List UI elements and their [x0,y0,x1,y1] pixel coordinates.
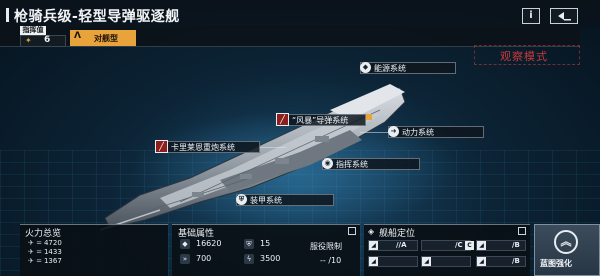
position-value: /B [512,257,520,265]
command-system-icon: ◉ [322,158,333,169]
info-icon: i [529,10,533,21]
power-leader-line [360,132,388,133]
position-tag: ◢ [477,257,486,266]
firepower-value: 1367 [43,257,62,265]
blueprint-enhance-label: 蓝图强化 [540,259,572,268]
energy-value: 3500 [260,254,281,263]
missile-marker-icon [366,114,372,120]
info-button[interactable]: i [522,8,540,24]
cannon-icon: ╱ [155,140,168,153]
power-icon: ➜ [388,126,399,137]
deploy-limit-value: -- /10 [320,256,342,265]
attributes-title: 基础属性 [178,229,215,239]
positioning-icon: ◈ [368,227,375,236]
system-power-label: 动力系统 [402,128,434,137]
system-armor-label: 装甲系统 [250,196,282,205]
firepower-row: ✈ = 1433 [28,248,62,256]
position-tag: ◢ [369,241,378,250]
ship-model [100,84,406,231]
armor-value: 15 [260,239,271,248]
positioning-title: 舰船定位 [379,229,416,239]
hp-icon: ◆ [180,239,190,249]
system-command-label: 指挥系统 [336,160,368,169]
position-tag: ◢ [477,241,486,250]
missile-icon: ╱ [276,113,289,126]
firepower-icon: ✈ = [28,257,42,265]
firepower-row: ✈ = 1367 [28,257,62,265]
firepower-title: 火力总览 [25,229,62,239]
deploy-limit-label: 服役限制 [310,242,342,251]
position-tag: ◢ [422,257,431,266]
armor-icon: ⛨ [236,194,247,205]
hp-value: 16620 [196,239,222,248]
command-icon: ✦ [25,36,32,45]
command-value-label: 指挥值 [20,26,46,35]
page-title: 枪骑兵级-轻型导弹驱逐舰 [14,9,180,25]
system-energy-label: 能源系统 [374,64,406,73]
cannon-leader-line [260,147,286,148]
upgrade-chevron-icon: ︽ [554,230,578,254]
position-value: /B [512,241,520,249]
system-storm-missile-label: “风暴”导弹系统 [292,116,349,125]
command-value: 6 [44,35,51,45]
positioning-expand-icon[interactable] [518,227,526,235]
firepower-value: 1433 [43,248,62,256]
firepower-icon: ✈ = [28,248,42,256]
position-cell [421,240,471,251]
armor-stat-icon: ⛨ [244,239,254,249]
anti-ship-icon: Λ [74,31,81,41]
observe-mode-label[interactable]: 观察模式 [500,48,548,64]
expand-icon[interactable] [348,227,356,235]
firepower-icon: ✈ = [28,239,42,247]
energy-stat-icon: ϟ [244,254,254,264]
title-accent [6,8,9,22]
position-tag: ◢ [369,257,378,266]
energy-icon: ◆ [360,62,371,73]
system-heavy-cannon-label: 卡里莱恩重炮系统 [171,143,235,152]
speed-icon: » [180,254,190,264]
back-button[interactable] [550,8,578,24]
back-arrow-icon [558,12,571,21]
position-tag: C [465,241,474,250]
position-value: /C [455,241,463,249]
firepower-row: ✈ = 4720 [28,239,62,247]
position-value: //A [396,241,407,249]
speed-value: 700 [196,254,212,263]
firepower-value: 4720 [43,239,62,247]
ship-class-label: 对舰型 [94,34,118,43]
